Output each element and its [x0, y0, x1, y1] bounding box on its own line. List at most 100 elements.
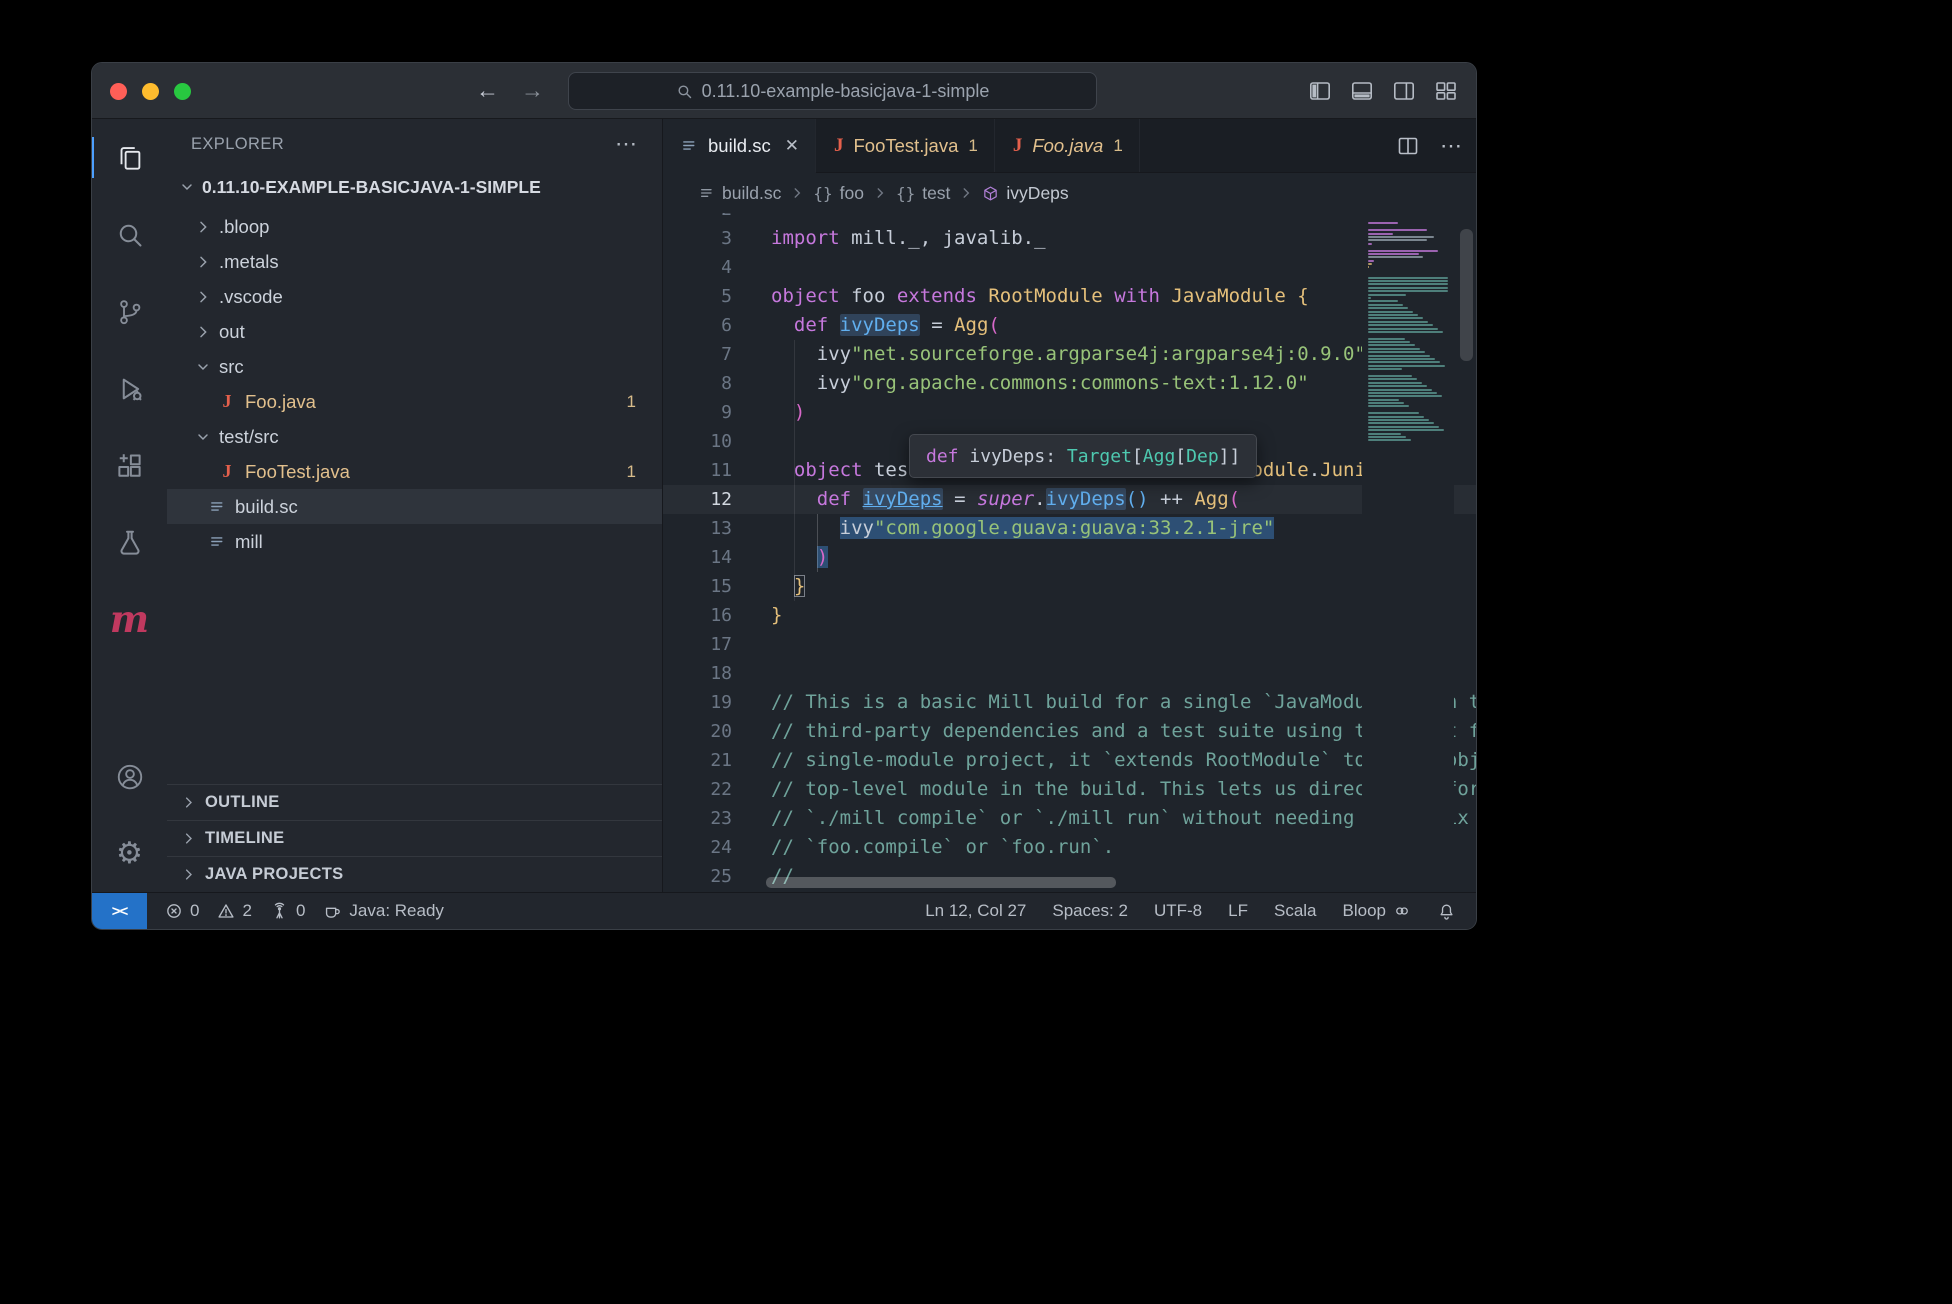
explorer-item-src[interactable]: src	[167, 349, 662, 384]
toggle-sidebar-icon[interactable]	[1306, 77, 1334, 105]
window-zoom-button[interactable]	[174, 83, 191, 100]
breadcrumb-item-ivydeps[interactable]: ivyDeps	[982, 183, 1068, 204]
section-timeline[interactable]: TIMELINE	[167, 820, 662, 856]
remote-indicator[interactable]: ><	[92, 893, 147, 929]
indentation-setting[interactable]: Spaces: 2	[1052, 901, 1128, 921]
tab-build-sc[interactable]: build.sc✕	[663, 119, 816, 172]
code-line-15[interactable]: 15 }	[663, 572, 1476, 601]
explorer-item--metals[interactable]: .metals	[167, 244, 662, 279]
command-center-search[interactable]: 0.11.10-example-basicjava-1-simple	[568, 72, 1097, 110]
breadcrumb-item-test[interactable]: {}test	[896, 183, 950, 204]
code-line-21[interactable]: 21// single-module project, it `extends …	[663, 746, 1476, 775]
explorer-item-build-sc[interactable]: build.sc	[167, 489, 662, 524]
section-java-projects[interactable]: JAVA PROJECTS	[167, 856, 662, 892]
line-text: def ivyDeps = Agg(	[732, 311, 1000, 340]
code-line-23[interactable]: 23// `./mill compile` or `./mill run` wi…	[663, 804, 1476, 833]
code-line-18[interactable]: 18	[663, 659, 1476, 688]
activity-explorer[interactable]	[92, 119, 167, 196]
activity-run-debug[interactable]	[92, 350, 167, 427]
split-editor-icon[interactable]	[1396, 134, 1420, 158]
code-line-12[interactable]: 12 def ivyDeps = super.ivyDeps() ++ Agg(	[663, 485, 1476, 514]
bsp-indicator[interactable]: Bloop	[1343, 901, 1411, 921]
notifications-bell[interactable]	[1437, 902, 1456, 921]
token	[771, 401, 794, 423]
tab-footest-java[interactable]: JFooTest.java1	[816, 119, 995, 172]
code-line-24[interactable]: 24// `foo.compile` or `foo.run`.	[663, 833, 1476, 862]
activity-search[interactable]	[92, 196, 167, 273]
code-line-8[interactable]: 8 ivy"org.apache.commons:commons-text:1.…	[663, 369, 1476, 398]
close-icon[interactable]: ✕	[785, 136, 799, 156]
search-icon	[676, 83, 693, 100]
activity-source-control[interactable]	[92, 273, 167, 350]
explorer-item-foo-java[interactable]: JFoo.java1	[167, 384, 662, 419]
breadcrumb-label: build.sc	[722, 183, 781, 204]
explorer-root-folder[interactable]: 0.11.10-EXAMPLE-BASICJAVA-1-SIMPLE	[167, 169, 662, 205]
forward-button[interactable]: →	[521, 79, 544, 102]
activity-settings[interactable]: ⚙	[92, 815, 167, 892]
section-outline[interactable]: OUTLINE	[167, 784, 662, 820]
explorer-item--bloop[interactable]: .bloop	[167, 209, 662, 244]
explorer-item-out[interactable]: out	[167, 314, 662, 349]
braces-icon: {}	[896, 184, 915, 203]
status-bar: >< 0 2 0	[92, 892, 1476, 929]
explorer-item-mill[interactable]: mill	[167, 524, 662, 559]
minimap-line	[1368, 287, 1448, 289]
code-line-2[interactable]: 2	[663, 213, 1476, 224]
code-line-3[interactable]: 3import mill._, javalib._	[663, 224, 1476, 253]
customize-layout-icon[interactable]	[1432, 77, 1460, 105]
code-line-22[interactable]: 22// top-level module in the build. This…	[663, 775, 1476, 804]
explorer-item-test-src[interactable]: test/src	[167, 419, 662, 454]
line-text: }	[732, 601, 782, 630]
chevron-down-icon	[179, 179, 195, 195]
code-line-14[interactable]: 14 )	[663, 543, 1476, 572]
window-minimize-button[interactable]	[142, 83, 159, 100]
file-label: mill	[235, 531, 263, 553]
code-line-19[interactable]: 19// This is a basic Mill build for a si…	[663, 688, 1476, 717]
code-line-16[interactable]: 16}	[663, 601, 1476, 630]
activity-extensions[interactable]	[92, 427, 167, 504]
main-area: m ⚙ EXPLORER ⋯	[92, 119, 1476, 892]
code-editor[interactable]: 23import mill._, javalib._45object foo e…	[663, 213, 1476, 892]
encoding-setting[interactable]: UTF-8	[1154, 901, 1202, 921]
back-button[interactable]: ←	[476, 79, 499, 102]
code-line-7[interactable]: 7 ivy"net.sourceforge.argparse4j:argpars…	[663, 340, 1476, 369]
code-line-9[interactable]: 9 )	[663, 398, 1476, 427]
activity-testing[interactable]	[92, 504, 167, 581]
code-line-17[interactable]: 17	[663, 630, 1476, 659]
toggle-secondary-sidebar-icon[interactable]	[1390, 77, 1418, 105]
activity-accounts[interactable]	[92, 738, 167, 815]
eol-setting[interactable]: LF	[1228, 901, 1248, 921]
explorer-item--vscode[interactable]: .vscode	[167, 279, 662, 314]
coffee-cup-icon	[323, 902, 342, 921]
horizontal-scrollbar[interactable]	[766, 877, 1116, 888]
tab-foo-java[interactable]: JFoo.java1	[995, 119, 1140, 172]
language-mode[interactable]: Scala	[1274, 901, 1317, 921]
java-status[interactable]: Java: Ready	[323, 901, 444, 921]
editor-more-actions-icon[interactable]: ⋯	[1440, 133, 1462, 159]
cursor-position[interactable]: Ln 12, Col 27	[925, 901, 1026, 921]
toggle-panel-icon[interactable]	[1348, 77, 1376, 105]
root-folder-label: 0.11.10-EXAMPLE-BASICJAVA-1-SIMPLE	[202, 177, 541, 198]
window-close-button[interactable]	[110, 83, 127, 100]
line-number: 5	[663, 282, 732, 311]
activity-mill[interactable]: m	[92, 581, 167, 658]
minimap-line	[1368, 385, 1427, 387]
vertical-scrollbar[interactable]	[1460, 229, 1473, 361]
line-text: def ivyDeps = super.ivyDeps() ++ Agg(	[732, 485, 1240, 514]
code-line-4[interactable]: 4	[663, 253, 1476, 282]
minimap-line	[1368, 348, 1420, 350]
line-number: 19	[663, 688, 732, 717]
java-file-icon: J	[834, 135, 844, 157]
code-line-13[interactable]: 13 ivy"com.google.guava:guava:33.2.1-jre…	[663, 514, 1476, 543]
code-line-5[interactable]: 5object foo extends RootModule with Java…	[663, 282, 1476, 311]
code-line-20[interactable]: 20// third-party dependencies and a test…	[663, 717, 1476, 746]
ports-indicator[interactable]: 0	[270, 901, 305, 921]
breadcrumb-item-build-sc[interactable]: build.sc	[699, 183, 781, 204]
code-line-6[interactable]: 6 def ivyDeps = Agg(	[663, 311, 1476, 340]
line-number: 13	[663, 514, 732, 543]
explorer-item-footest-java[interactable]: JFooTest.java1	[167, 454, 662, 489]
breadcrumb-item-foo[interactable]: {}foo	[813, 183, 864, 204]
explorer-more-actions-icon[interactable]: ⋯	[615, 131, 638, 157]
problems-indicator[interactable]: 0 2	[165, 901, 252, 921]
minimap[interactable]	[1362, 213, 1454, 892]
